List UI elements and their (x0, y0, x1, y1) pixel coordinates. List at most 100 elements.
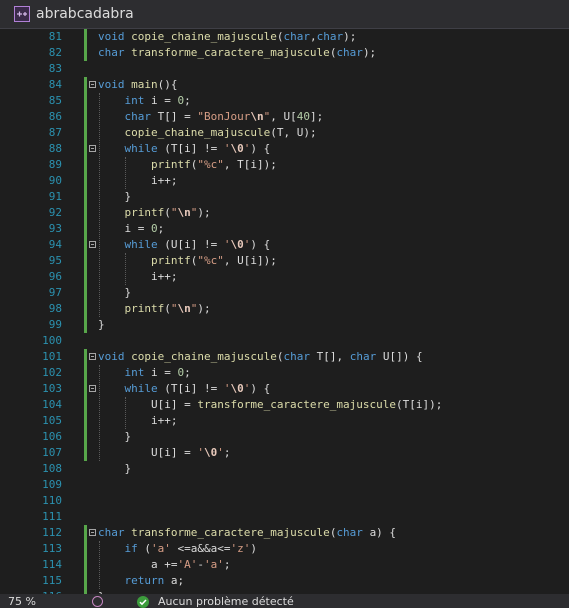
change-marker (84, 317, 87, 333)
code-line[interactable]: 108 } (0, 461, 569, 477)
code-line[interactable]: 105 i++; (0, 413, 569, 429)
change-marker (84, 109, 87, 125)
code-line[interactable]: 95 printf("%c", U[i]); (0, 253, 569, 269)
code-text: U[i] = transforme_caractere_majuscule(T[… (98, 397, 442, 413)
code-token: ( (164, 206, 171, 219)
change-marker (84, 269, 87, 285)
collapse-icon[interactable] (89, 529, 96, 536)
code-line[interactable]: 97 } (0, 285, 569, 301)
code-token: void (98, 78, 132, 91)
code-text: if ('a' <=a&&a<='z') (98, 541, 257, 557)
code-token: transforme_caractere_majuscule (197, 398, 397, 411)
code-token: ; (223, 446, 231, 459)
code-line[interactable]: 83 (0, 61, 569, 77)
code-token: ); (362, 46, 377, 59)
change-marker (84, 525, 87, 541)
code-token: ' (217, 446, 224, 459)
collapse-icon[interactable] (89, 81, 96, 88)
code-line[interactable]: 88 while (T[i] != '\0') { (0, 141, 569, 157)
code-text: i++; (98, 173, 178, 189)
change-marker (84, 141, 87, 157)
code-token: copie_chaine_majuscule (124, 126, 271, 139)
cpp-project-icon (14, 6, 30, 22)
code-line[interactable]: 102 int i = 0; (0, 365, 569, 381)
code-line[interactable]: 107 U[i] = '\0'; (0, 445, 569, 461)
change-marker (84, 429, 87, 445)
code-line[interactable]: 112 char transforme_caractere_majuscule(c… (0, 525, 569, 541)
code-token: printf (124, 302, 165, 315)
code-line[interactable]: 90 i++; (0, 173, 569, 189)
code-token: void (98, 350, 132, 363)
code-text: copie_chaine_majuscule(T, U); (98, 125, 317, 141)
code-editor[interactable]: 81 void copie_chaine_majuscule(char,char)… (0, 29, 569, 594)
intellicode-icon[interactable] (92, 596, 103, 607)
code-line[interactable]: 85 int i = 0; (0, 93, 569, 109)
code-line[interactable]: 81 void copie_chaine_majuscule(char,char)… (0, 29, 569, 45)
code-line[interactable]: 101 void copie_chaine_majuscule(char T[],… (0, 349, 569, 365)
code-line[interactable]: 104 U[i] = transforme_caractere_majuscul… (0, 397, 569, 413)
line-number: 107 (42, 446, 62, 459)
collapse-icon[interactable] (89, 385, 96, 392)
line-number: 93 (48, 222, 62, 235)
code-token: 0 (150, 222, 158, 235)
line-number: 114 (42, 558, 62, 571)
collapse-icon[interactable] (89, 353, 96, 360)
code-token: \0 (203, 446, 218, 459)
code-token: i++; (98, 174, 178, 187)
code-line[interactable]: 115 return a; (0, 573, 569, 589)
code-line[interactable]: 103 while (T[i] != '\0') { (0, 381, 569, 397)
code-token: " (170, 302, 178, 315)
code-line[interactable]: 98 printf("\n"); (0, 301, 569, 317)
zoom-level[interactable]: 75 % (8, 595, 36, 608)
code-token: i = (98, 222, 151, 235)
code-line[interactable]: 87 copie_chaine_majuscule(T, U); (0, 125, 569, 141)
line-number: 95 (48, 254, 62, 267)
code-token: ( (144, 542, 151, 555)
code-token: 40 (296, 110, 310, 123)
code-line[interactable]: 86 char T[] = "BonJour\n", U[40]; (0, 109, 569, 125)
code-line[interactable]: 99} (0, 317, 569, 333)
code-text: while (T[i] != '\0') { (98, 141, 271, 157)
line-number: 110 (42, 494, 62, 507)
code-token: printf (150, 254, 191, 267)
code-line[interactable]: 109 (0, 477, 569, 493)
code-line[interactable]: 93 i = 0; (0, 221, 569, 237)
code-token: <=a&&a<= (170, 542, 231, 555)
code-line[interactable]: 111 (0, 509, 569, 525)
code-token: char (283, 30, 310, 43)
code-token: (T, U); (270, 126, 317, 139)
collapse-icon[interactable] (89, 145, 96, 152)
line-number: 115 (42, 574, 62, 587)
code-line[interactable]: 100 (0, 333, 569, 349)
code-line[interactable]: 96 i++; (0, 269, 569, 285)
code-token: a) { (369, 526, 397, 539)
code-line[interactable]: 110 (0, 493, 569, 509)
change-marker (84, 189, 87, 205)
code-text: return a; (98, 573, 185, 589)
code-line[interactable]: 91 } (0, 189, 569, 205)
code-token: transforme_caractere_majuscule (131, 46, 330, 59)
line-number: 86 (48, 110, 62, 123)
code-token: ) { (250, 142, 271, 155)
code-line[interactable]: 94 while (U[i] != '\0') { (0, 237, 569, 253)
code-line[interactable]: 92 printf("\n"); (0, 205, 569, 221)
code-token: 'A' (177, 558, 198, 571)
code-line[interactable]: 89 printf("%c", T[i]); (0, 157, 569, 173)
code-line[interactable]: 82 char transforme_caractere_majuscule(ch… (0, 45, 569, 61)
code-line[interactable]: 106 } (0, 429, 569, 445)
code-token: (T[i] != (164, 142, 224, 155)
line-number: 96 (48, 270, 62, 283)
status-text[interactable]: Aucun problème détecté (158, 595, 294, 608)
code-line[interactable]: 113 if ('a' <=a&&a<='z') (0, 541, 569, 557)
code-token: if (124, 542, 145, 555)
code-line[interactable]: 84 void main(){ (0, 77, 569, 93)
collapse-icon[interactable] (89, 241, 96, 248)
code-token: "%c" (197, 254, 224, 267)
indent-guide (125, 253, 127, 285)
change-marker (84, 349, 87, 365)
code-text: printf("\n"); (98, 205, 211, 221)
change-marker (84, 125, 87, 141)
code-line[interactable]: 114 a +='A'-'a'; (0, 557, 569, 573)
